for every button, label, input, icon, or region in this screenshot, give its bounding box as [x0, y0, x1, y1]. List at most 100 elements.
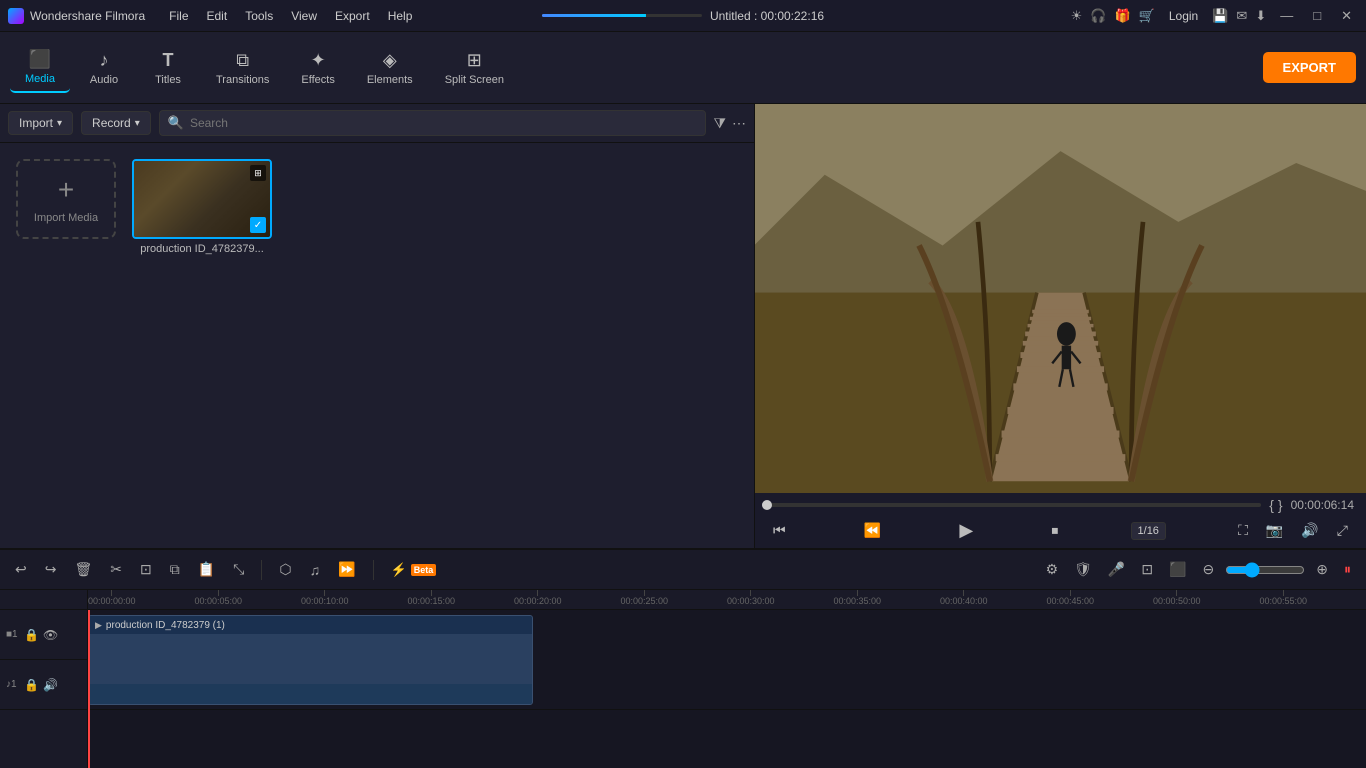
eye-icon-v[interactable]: 👁 — [43, 628, 58, 642]
redo-button[interactable]: ↪ — [40, 558, 62, 581]
ruler-tick: 00:00:25:00 — [621, 590, 669, 606]
video-track: ▶ production ID_4782379 (1) — [88, 610, 1366, 710]
delete-button[interactable]: 🗑 — [69, 558, 97, 581]
color-button[interactable]: ⬡ — [274, 558, 296, 581]
toolbar-media[interactable]: ⬛ Media — [10, 43, 70, 93]
pause-all-btn[interactable]: ⏸ — [1339, 558, 1356, 581]
timeline-toolbar: ↩ ↪ 🗑 ✂ ⊡ ⧉ 📋 ⤡ ⬡ ♫ ⏩ ⚡ Beta ⚙ 🛡 🎤 ⊡ ⬛ ⊖… — [0, 550, 1366, 590]
filter-icon[interactable]: ⧩ — [714, 115, 727, 132]
titles-icon: T — [163, 50, 174, 71]
paste-button[interactable]: 📋 — [193, 558, 220, 581]
mail-icon[interactable]: ✉ — [1236, 8, 1247, 24]
copy-button[interactable]: ⧉ — [165, 558, 185, 581]
ruler-tick: 00:00:00:00 — [88, 590, 136, 606]
zoom-in-tl[interactable]: ⊕ — [1311, 558, 1333, 581]
cut-button[interactable]: ✂ — [105, 558, 127, 581]
plus-icon: + — [58, 174, 74, 206]
in-out-brackets: { } — [1269, 497, 1282, 513]
sun-icon[interactable]: ☀ — [1071, 8, 1083, 24]
menu-file[interactable]: File — [161, 7, 196, 25]
seek-handle — [762, 500, 772, 510]
resize-button[interactable]: ⤡ — [228, 558, 249, 581]
volume-icon-a[interactable]: 🔊 — [43, 678, 58, 692]
media-item[interactable]: ⊞ ✓ production ID_4782379... — [132, 159, 272, 255]
playhead[interactable] — [88, 610, 90, 768]
menu-export[interactable]: Export — [327, 7, 378, 25]
titlebar: Wondershare Filmora File Edit Tools View… — [0, 0, 1366, 32]
import-media-button[interactable]: + Import Media — [16, 159, 116, 239]
ruler-tick: 00:00:10:00 — [301, 590, 349, 606]
media-tools: ⧩ ⋯ — [714, 115, 747, 132]
zoom-out-preview[interactable]: ⤢ — [1331, 519, 1354, 542]
zoom-slider[interactable] — [1225, 562, 1305, 578]
import-dropdown[interactable]: Import — [8, 111, 73, 135]
separator-1 — [261, 560, 262, 580]
toolbar-elements[interactable]: ◈ Elements — [353, 44, 427, 92]
lock-icon-v[interactable]: 🔒 — [24, 628, 39, 642]
media-item-name: production ID_4782379... — [140, 243, 264, 255]
media-icon: ⬛ — [29, 49, 51, 70]
fullscreen-button[interactable]: ⛶ — [1232, 519, 1254, 542]
menu-tools[interactable]: Tools — [237, 7, 281, 25]
media-content: + Import Media ⊞ ✓ production ID_4782379… — [0, 143, 754, 548]
lock-icon-a[interactable]: 🔒 — [24, 678, 39, 692]
search-input[interactable] — [190, 116, 697, 130]
record-dropdown[interactable]: Record — [81, 111, 151, 135]
mic-icon[interactable]: 🎤 — [1103, 558, 1130, 581]
audio-button[interactable]: ♫ — [305, 559, 326, 581]
screenshot-button[interactable]: 📷 — [1260, 519, 1289, 542]
play-button[interactable]: ▶ — [953, 517, 979, 544]
gift-icon[interactable]: 🎁 — [1114, 8, 1130, 24]
time-display: 00:00:06:14 — [1291, 498, 1354, 512]
playback-rate-button[interactable]: 1/16 — [1131, 522, 1166, 540]
clip-play-icon: ▶ — [95, 620, 102, 631]
frame-back-button[interactable]: ⏪ — [858, 519, 887, 542]
menu-help[interactable]: Help — [380, 7, 421, 25]
menu-view[interactable]: View — [283, 7, 325, 25]
media-panel: Import Record 🔍 ⧩ ⋯ + Import Media ⊞ — [0, 104, 755, 548]
separator-2 — [373, 560, 374, 580]
download-icon[interactable]: ⬇ — [1255, 8, 1266, 24]
undo-button[interactable]: ↩ — [10, 558, 32, 581]
timeline-ruler[interactable]: 00:00:00:0000:00:05:0000:00:10:0000:00:1… — [88, 590, 1366, 610]
zoom-out-tl[interactable]: ⊖ — [1198, 558, 1220, 581]
caption-icon[interactable]: ⊡ — [1136, 558, 1158, 581]
transitions-icon: ⧉ — [236, 50, 249, 71]
stop-button[interactable]: ⏹ — [1045, 519, 1064, 542]
store-icon[interactable]: 🛒 — [1139, 8, 1155, 24]
export-button[interactable]: EXPORT — [1263, 52, 1356, 83]
out-point-bracket[interactable]: } — [1278, 497, 1283, 513]
grid-view-icon[interactable]: ⋯ — [732, 115, 746, 132]
in-point-bracket[interactable]: { — [1269, 497, 1274, 513]
seek-bar[interactable] — [767, 503, 1261, 507]
search-box: 🔍 — [159, 110, 706, 136]
login-button[interactable]: Login — [1163, 7, 1204, 25]
step-back-button[interactable]: ⏮ — [767, 519, 792, 542]
ai-button[interactable]: ⚡ Beta — [386, 559, 442, 581]
effects-label: Effects — [301, 74, 334, 86]
menu-edit[interactable]: Edit — [199, 7, 236, 25]
maximize-button[interactable]: □ — [1307, 8, 1327, 23]
selected-check: ✓ — [250, 217, 266, 233]
shield-icon[interactable]: 🛡 — [1069, 558, 1097, 581]
toolbar-effects[interactable]: ✦ Effects — [287, 44, 348, 92]
speed-button[interactable]: ⏩ — [333, 558, 360, 581]
volume-button[interactable]: 🔊 — [1295, 519, 1324, 542]
toolbar-splitscreen[interactable]: ⊞ Split Screen — [431, 44, 518, 92]
ruler-tick: 00:00:30:00 — [727, 590, 775, 606]
toolbar-transitions[interactable]: ⧉ Transitions — [202, 44, 283, 92]
crop-button[interactable]: ⊡ — [135, 558, 157, 581]
save-icon[interactable]: 💾 — [1212, 8, 1228, 24]
video-clip[interactable]: ▶ production ID_4782379 (1) — [88, 615, 533, 705]
minimize-button[interactable]: — — [1274, 8, 1299, 23]
close-button[interactable]: ✕ — [1335, 8, 1358, 24]
track-icon[interactable]: ⬛ — [1164, 558, 1191, 581]
app-name: Wondershare Filmora — [30, 9, 145, 23]
toolbar-titles[interactable]: T Titles — [138, 44, 198, 92]
settings-icon[interactable]: ⚙ — [1041, 558, 1064, 581]
seek-bar-container: { } 00:00:06:14 — [767, 497, 1354, 513]
timeline-area: ↩ ↪ 🗑 ✂ ⊡ ⧉ 📋 ⤡ ⬡ ♫ ⏩ ⚡ Beta ⚙ 🛡 🎤 ⊡ ⬛ ⊖… — [0, 548, 1366, 768]
ruler-tick: 00:00:20:00 — [514, 590, 562, 606]
headphone-icon[interactable]: 🎧 — [1090, 8, 1106, 24]
toolbar-audio[interactable]: ♪ Audio — [74, 44, 134, 92]
